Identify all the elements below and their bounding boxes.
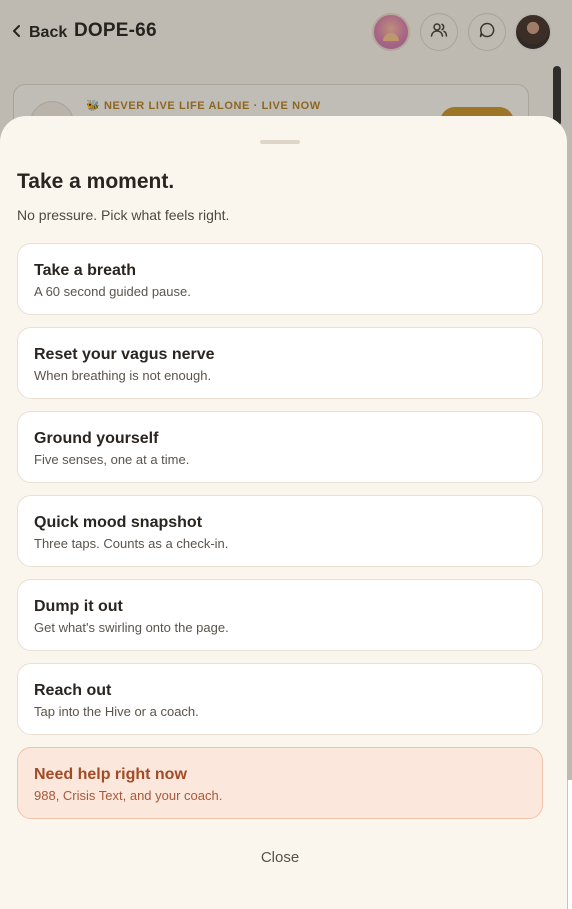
option-dump-it-out[interactable]: Dump it out Get what's swirling onto the… bbox=[17, 579, 543, 651]
option-take-a-breath[interactable]: Take a breath A 60 second guided pause. bbox=[17, 243, 543, 315]
option-title: Reset your vagus nerve bbox=[34, 346, 215, 363]
sheet-subtitle: No pressure. Pick what feels right. bbox=[17, 207, 230, 223]
background-window-edge bbox=[567, 780, 572, 909]
option-reach-out[interactable]: Reach out Tap into the Hive or a coach. bbox=[17, 663, 543, 735]
option-ground-yourself[interactable]: Ground yourself Five senses, one at a ti… bbox=[17, 411, 543, 483]
close-button[interactable]: Close bbox=[230, 846, 330, 870]
option-description: Get what's swirling onto the page. bbox=[34, 620, 229, 635]
option-description: A 60 second guided pause. bbox=[34, 284, 191, 299]
option-title: Quick mood snapshot bbox=[34, 514, 203, 531]
option-title: Ground yourself bbox=[34, 430, 159, 447]
sheet-title: Take a moment. bbox=[17, 170, 175, 193]
sheet-grabber[interactable] bbox=[260, 140, 300, 144]
option-need-help-right-now[interactable]: Need help right now 988, Crisis Text, an… bbox=[17, 747, 543, 819]
option-title: Dump it out bbox=[34, 598, 123, 615]
option-description: Five senses, one at a time. bbox=[34, 452, 190, 467]
option-description: Three taps. Counts as a check-in. bbox=[34, 536, 229, 551]
option-title: Need help right now bbox=[34, 766, 187, 783]
option-reset-vagus-nerve[interactable]: Reset your vagus nerve When breathing is… bbox=[17, 327, 543, 399]
option-description: 988, Crisis Text, and your coach. bbox=[34, 788, 223, 803]
take-a-moment-sheet: Take a moment. No pressure. Pick what fe… bbox=[0, 116, 567, 909]
option-description: When breathing is not enough. bbox=[34, 368, 212, 383]
option-description: Tap into the Hive or a coach. bbox=[34, 704, 199, 719]
option-title: Reach out bbox=[34, 682, 112, 699]
option-title: Take a breath bbox=[34, 262, 136, 279]
option-quick-mood-snapshot[interactable]: Quick mood snapshot Three taps. Counts a… bbox=[17, 495, 543, 567]
